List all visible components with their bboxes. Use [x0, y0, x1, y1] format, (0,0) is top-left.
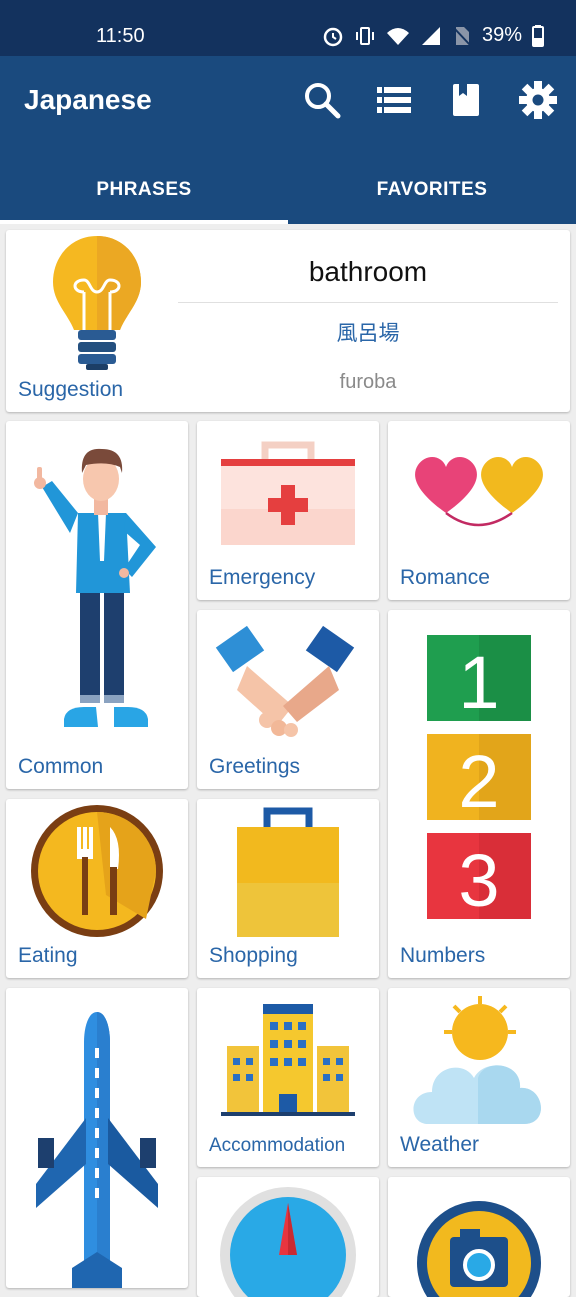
tab-phrases[interactable]: PHRASES — [0, 156, 288, 224]
phrase-japanese: 風呂場 — [336, 322, 400, 345]
category-label-emergency: Emergency — [209, 566, 316, 589]
category-sightseeing[interactable] — [388, 1177, 570, 1297]
list-icon — [377, 87, 411, 113]
category-label-numbers: Numbers — [400, 944, 486, 967]
category-romance[interactable]: Romance — [388, 421, 570, 600]
phrase-romaji: furoba — [339, 371, 397, 393]
category-label-shopping: Shopping — [209, 944, 298, 967]
app-title: Japanese — [24, 84, 152, 115]
category-eating[interactable]: Eating — [6, 799, 188, 978]
category-numbers[interactable]: 1 2 3 Numbers — [388, 610, 570, 978]
category-directions[interactable] — [197, 1177, 379, 1297]
svg-text:2: 2 — [458, 740, 499, 823]
vibrate-icon — [355, 26, 374, 45]
alarm-icon — [323, 27, 343, 46]
category-label-common: Common — [18, 755, 104, 778]
list-button[interactable] — [372, 78, 416, 122]
category-weather[interactable]: Weather — [388, 988, 570, 1167]
search-button[interactable] — [300, 78, 344, 122]
category-label-eating: Eating — [18, 944, 78, 967]
tab-favorites[interactable]: FAVORITES — [288, 156, 576, 224]
battery-percent: 39% — [481, 24, 522, 46]
airplane-icon — [36, 1012, 158, 1288]
book-icon — [453, 84, 479, 116]
category-label-greetings: Greetings — [209, 755, 301, 778]
status-bar: 11:50 39% — [0, 0, 576, 56]
category-travel[interactable] — [6, 988, 188, 1288]
man-waving-icon — [34, 448, 156, 727]
phrase-english: bathroom — [178, 256, 558, 303]
category-label-weather: Weather — [400, 1133, 479, 1156]
camera-icon — [417, 1201, 541, 1297]
svg-text:1: 1 — [458, 641, 499, 724]
app-bar: Japanese PHRASES FAVORITES — [0, 56, 576, 224]
category-shopping[interactable]: Shopping — [197, 799, 379, 978]
category-emergency[interactable]: Emergency — [197, 421, 379, 600]
category-common[interactable]: Common — [6, 421, 188, 789]
settings-icon — [519, 81, 557, 119]
numbers-blocks-icon: 1 2 3 — [427, 635, 531, 922]
status-time: 11:50 — [96, 25, 145, 47]
svg-text:3: 3 — [458, 839, 499, 922]
wifi-icon — [386, 27, 409, 45]
search-icon — [305, 83, 341, 119]
no-sim-icon — [453, 26, 471, 46]
battery-icon — [532, 24, 544, 47]
tab-bar: PHRASES FAVORITES — [0, 156, 576, 224]
book-button[interactable] — [444, 78, 488, 122]
compass-icon — [220, 1187, 356, 1297]
category-greetings[interactable]: Greetings — [197, 610, 379, 789]
suggestion-label: Suggestion — [18, 378, 124, 401]
settings-button[interactable] — [516, 78, 560, 122]
suggestion-card[interactable]: Suggestion bathroom 風呂場 furoba — [6, 230, 570, 412]
signal-icon — [421, 26, 440, 45]
category-label-romance: Romance — [400, 566, 490, 589]
category-accommodation[interactable]: Accommodation — [197, 988, 379, 1167]
category-label-accommodation: Accommodation — [209, 1135, 346, 1156]
suggestion-phrase: bathroom 風呂場 furoba — [178, 230, 558, 394]
